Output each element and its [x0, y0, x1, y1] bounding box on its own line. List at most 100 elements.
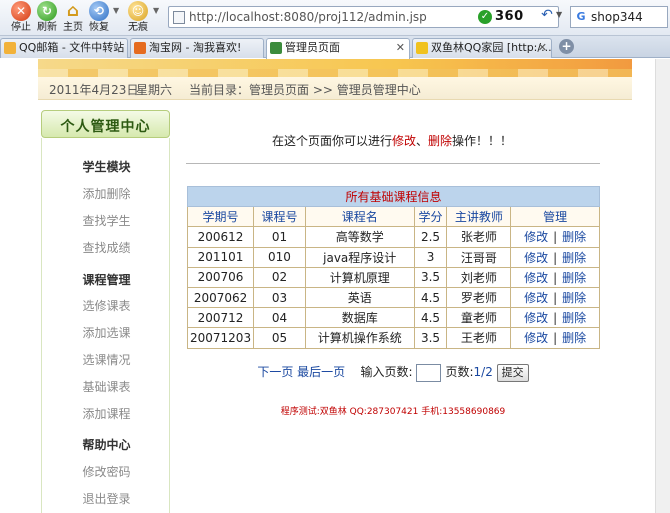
sidebar-item-logout[interactable]: 退出登录 [42, 490, 171, 507]
info-bar: 2011年4月23日 星期六 当前目录：管理员页面 >> 管理员管理中心 [38, 77, 632, 100]
sidebar-item-elective-status[interactable]: 选课情况 [42, 351, 171, 368]
sidebar-section-course: 课程管理 [82, 273, 131, 287]
page-viewport: 2011年4月23日 星期六 当前目录：管理员页面 >> 管理员管理中心 个人管… [0, 59, 670, 513]
new-tab-icon[interactable]: + [559, 39, 574, 54]
stop-button[interactable]: ✕ 停止 [8, 1, 34, 34]
table-header-row: 学期号 课程号 课程名 学分 主讲教师 管理 [186, 206, 600, 228]
current-weekday: 星期六 [136, 83, 173, 97]
qq-mail-favicon-icon [4, 42, 16, 54]
delete-link[interactable]: 删除 [562, 230, 586, 244]
cell-manage: 修改 | 删除 [510, 246, 600, 268]
cell-manage: 修改 | 删除 [510, 286, 600, 309]
cell-course-id: 03 [253, 286, 306, 309]
tab-admin-page[interactable]: 管理员页面 ✕ [266, 38, 410, 59]
edit-link[interactable]: 修改 [524, 291, 548, 305]
separator: | [553, 331, 558, 346]
current-date: 2011年4月23日 [49, 83, 139, 97]
table-row: 2007062 03 英语 4.5 罗老师 修改 | 删除 [186, 286, 600, 309]
cell-course-id: 01 [253, 226, 306, 248]
table-caption-row: 所有基础课程信息 [187, 185, 600, 208]
sidebar-item-find-grades[interactable]: 查找成绩 [42, 239, 171, 256]
header-course-name: 课程名 [304, 206, 415, 228]
edit-link[interactable]: 修改 [524, 230, 548, 244]
sidebar-item-add-course[interactable]: 添加课程 [42, 405, 171, 422]
incognito-dropdown-icon[interactable]: ▼ [153, 6, 162, 15]
course-table: 所有基础课程信息 学期号 课程号 课程名 学分 主讲教师 管理 200612 01… [186, 185, 600, 349]
delete-link[interactable]: 删除 [562, 331, 586, 345]
sidebar-item-find-student[interactable]: 查找学生 [42, 212, 171, 229]
sidebar-item-change-password[interactable]: 修改密码 [42, 463, 171, 480]
edit-link[interactable]: 修改 [524, 311, 548, 325]
table-row: 201101 010 java程序设计 3 汪哥哥 修改 | 删除 [186, 246, 600, 268]
close-icon[interactable]: ✕ [396, 39, 405, 57]
cell-course-name: 计算机操作系统 [304, 327, 415, 349]
admin-favicon-icon [270, 42, 282, 54]
cell-credit: 4.5 [413, 286, 448, 309]
restore-dropdown-icon[interactable]: ▼ [113, 6, 122, 15]
cell-teacher: 张老师 [446, 226, 512, 248]
edit-link[interactable]: 修改 [524, 331, 548, 345]
sidebar-title-box: 个人管理中心 [41, 110, 170, 138]
edit-link[interactable]: 修改 [524, 251, 548, 265]
cell-term: 200706 [186, 266, 255, 288]
incognito-button[interactable]: ☺ 无痕 [125, 1, 151, 34]
back-dropdown-icon[interactable]: ▼ [556, 10, 562, 19]
cell-course-name: java程序设计 [304, 246, 415, 268]
cell-teacher: 王老师 [446, 327, 512, 349]
last-page-link[interactable]: 最后一页 [297, 365, 345, 379]
sidebar: 学生模块 添加删除 查找学生 查找成绩 课程管理 选修课表 添加选课 选课情况 … [41, 138, 170, 513]
restore-button[interactable]: ⟲ 恢复 [86, 1, 112, 34]
cell-teacher: 刘老师 [446, 266, 512, 288]
cell-term: 20071203 [186, 327, 255, 349]
cell-term: 200612 [186, 226, 255, 248]
sidebar-item-add-elective[interactable]: 添加选课 [42, 324, 171, 341]
table-row: 200612 01 高等数学 2.5 张老师 修改 | 删除 [186, 226, 600, 248]
submit-button[interactable]: 提交 [496, 363, 529, 382]
page-input-label: 输入页数: [360, 365, 413, 379]
cell-manage: 修改 | 删除 [510, 226, 600, 248]
pager: 下一页 最后一页 输入页数: 页数:1/2 提交 [186, 363, 600, 382]
pages-value: 1/2 [473, 365, 493, 379]
tab-taobao[interactable]: 淘宝网 - 淘我喜欢! [130, 38, 264, 58]
address-bar[interactable]: http://localhost:8080/proj112/admin.jsp … [168, 6, 559, 28]
refresh-icon: ↻ [37, 1, 57, 21]
cell-term: 2007062 [186, 286, 255, 309]
cell-manage: 修改 | 删除 [510, 307, 600, 329]
close-icon[interactable]: ✕ [538, 39, 547, 57]
header-banner [38, 59, 632, 77]
intro-text: 在这个页面你可以进行修改、删除操作！！！ [271, 134, 513, 148]
cell-teacher: 罗老师 [446, 286, 512, 309]
separator: | [553, 311, 558, 326]
search-input[interactable]: shop344 [591, 10, 643, 24]
refresh-button[interactable]: ↻ 刷新 [34, 1, 60, 34]
delete-link[interactable]: 删除 [562, 311, 586, 325]
edit-link[interactable]: 修改 [524, 271, 548, 285]
delete-link[interactable]: 删除 [562, 291, 586, 305]
intro-modify: 修改 [391, 134, 416, 148]
cell-credit: 3.5 [413, 266, 448, 288]
tab-qq-mail[interactable]: QQ邮箱 - 文件中转站 [0, 38, 128, 58]
cell-course-id: 04 [253, 307, 306, 329]
page-number-input[interactable] [416, 363, 442, 382]
home-icon: ⌂ [66, 1, 80, 21]
cell-course-id: 05 [253, 327, 306, 349]
back-arrow-icon[interactable]: ↶ [538, 7, 556, 27]
home-button[interactable]: ⌂ 主页 [60, 1, 86, 34]
sidebar-item-elective-courses[interactable]: 选修课表 [42, 297, 171, 314]
table-row: 200706 02 计算机原理 3.5 刘老师 修改 | 删除 [186, 266, 600, 288]
next-page-link[interactable]: 下一页 [257, 365, 293, 379]
page-scrollbar[interactable] [655, 59, 670, 513]
sidebar-item-basic-courses[interactable]: 基础课表 [42, 378, 171, 395]
address-url[interactable]: http://localhost:8080/proj112/admin.jsp [189, 10, 427, 24]
search-box[interactable]: G shop344 [570, 6, 668, 28]
delete-link[interactable]: 删除 [562, 251, 586, 265]
footer-contact: 程序测试:双鱼林 QQ:287307421 手机:13558690869 [280, 407, 506, 417]
tab-shuangyulin[interactable]: 双鱼林QQ家园 [http:/... ✕ [412, 38, 552, 58]
cell-course-id: 010 [253, 246, 306, 268]
sidebar-item-add-delete[interactable]: 添加删除 [42, 185, 171, 202]
stop-icon: ✕ [11, 1, 31, 21]
header-course-id: 课程号 [253, 206, 306, 228]
header-credit: 学分 [413, 206, 448, 228]
delete-link[interactable]: 删除 [562, 271, 586, 285]
cell-credit: 2.5 [413, 226, 448, 248]
